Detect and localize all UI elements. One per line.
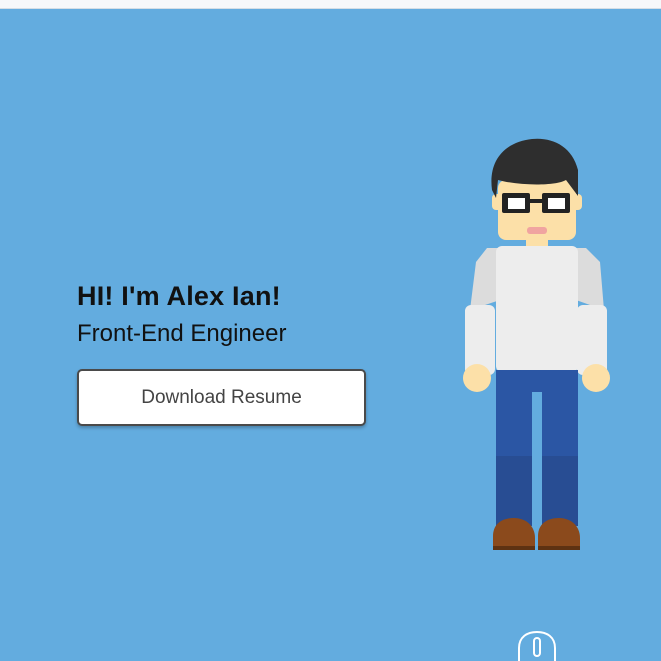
page: HI! I'm Alex Ian! Front-End Engineer Dow… (0, 0, 661, 661)
hero-intro: HI! I'm Alex Ian! Front-End Engineer (77, 278, 286, 350)
download-resume-button[interactable]: Download Resume (77, 369, 366, 426)
developer-avatar-icon (463, 138, 610, 550)
mouse-scroll-icon[interactable] (516, 628, 558, 661)
hero-role: Front-End Engineer (77, 320, 287, 347)
hero-greeting: HI! I'm Alex Ian! (77, 281, 281, 311)
top-bar (0, 0, 661, 9)
